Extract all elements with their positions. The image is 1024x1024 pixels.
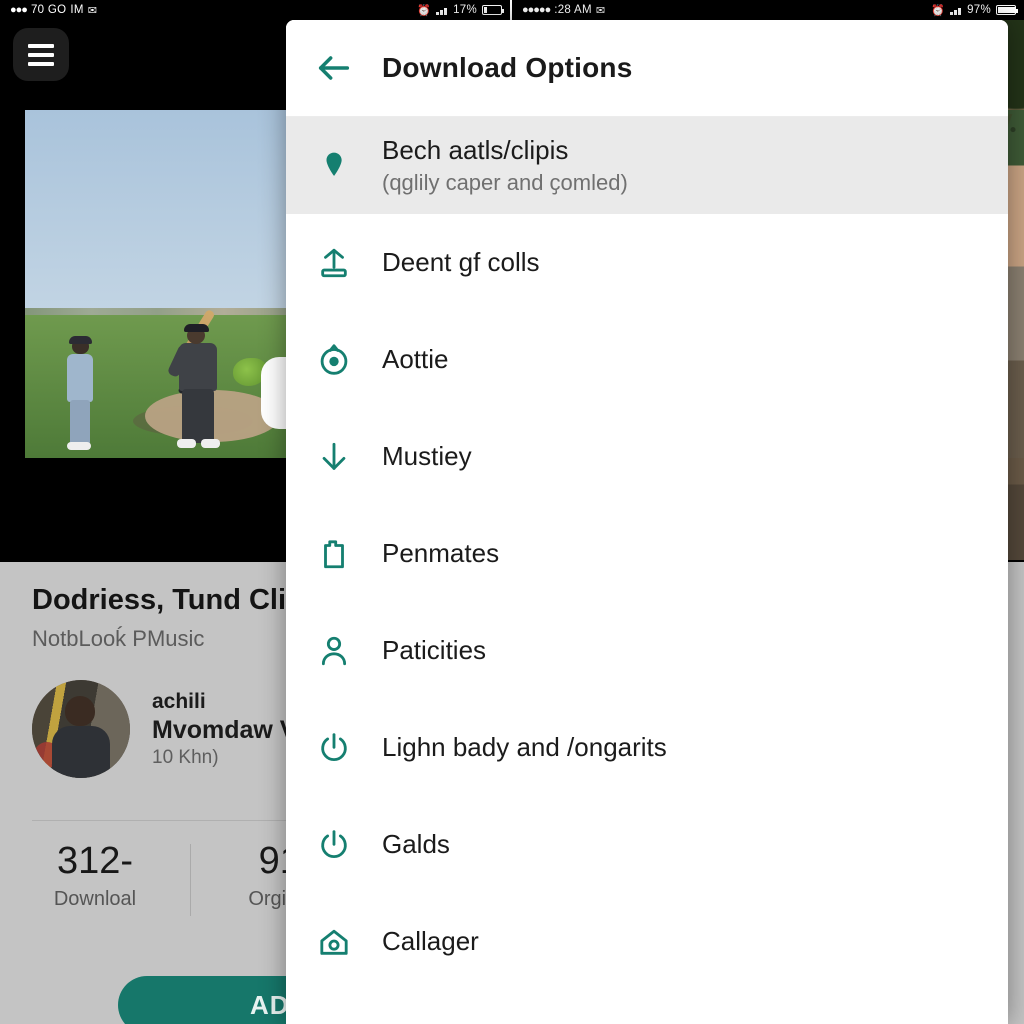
stat-item: 312- Downloal xyxy=(0,840,190,911)
option-row-galds[interactable]: Galds xyxy=(286,796,1008,893)
status-bar-left: ●●● 70 GO IM ✉ ⏰ 17% xyxy=(0,0,512,20)
battery-icon xyxy=(482,5,504,15)
option-labels: Callager xyxy=(382,926,479,957)
option-labels: Galds xyxy=(382,829,450,860)
hamburger-bar xyxy=(28,61,54,66)
channel-text: achili Mvomdaw V 10 Khn) xyxy=(152,690,296,769)
status-left-right-group: ⏰ 17% xyxy=(417,4,504,17)
status-left-group: ●●● 70 GO IM ✉ xyxy=(0,4,97,17)
page-title: Download Options xyxy=(382,52,633,83)
option-labels: Lighn bady and /ongarits xyxy=(382,732,667,763)
option-sublabel: (qglily caper and ҫomled) xyxy=(382,170,628,195)
power-icon xyxy=(286,731,382,765)
signal-dots-icon: ●●●●● xyxy=(522,4,551,16)
alarm-icon: ⏰ xyxy=(931,4,946,17)
status-left-label-2: IM xyxy=(70,4,84,16)
envelope-icon: ✉ xyxy=(87,4,97,17)
home-camera-icon xyxy=(286,925,382,959)
option-row-lighn-bady[interactable]: Lighn bady and /ongarits xyxy=(286,699,1008,796)
hamburger-menu-icon[interactable] xyxy=(13,28,69,81)
option-label: Callager xyxy=(382,926,479,956)
avatar xyxy=(32,680,130,778)
option-row-callager[interactable]: Callager xyxy=(286,893,1008,990)
hamburger-bar xyxy=(28,43,54,48)
download-options-dialog: Download Options Bech aatls/clipis (qgli… xyxy=(286,20,1008,1024)
alarm-icon: ⏰ xyxy=(417,4,432,17)
status-right-right-group: ⏰ 97% xyxy=(931,4,1018,17)
status-time: :28 AM xyxy=(554,4,592,16)
location-pin-icon xyxy=(286,149,382,183)
option-labels: Mustiey xyxy=(382,441,472,472)
option-label: Aottie xyxy=(382,344,449,374)
channel-meta: 10 Khn) xyxy=(152,746,219,768)
option-row-aottie[interactable]: Aottie xyxy=(286,311,1008,408)
battery-icon xyxy=(996,5,1018,15)
upload-icon xyxy=(286,246,382,280)
status-bar: ●●● 70 GO IM ✉ ⏰ 17% ●●●●● :28 AM ✉ ⏰ 97… xyxy=(0,0,1024,20)
battery-percent-right: 97% xyxy=(967,4,991,16)
video-subtitle: NotbLooḱ PMusic xyxy=(32,626,205,651)
stat-label: Downloal xyxy=(53,887,137,910)
option-label: Galds xyxy=(382,829,450,859)
download-arrow-icon xyxy=(286,440,382,474)
envelope-icon: ✉ xyxy=(595,4,606,17)
signal-bars-icon xyxy=(436,5,449,15)
player-left xyxy=(67,336,93,450)
hamburger-bar xyxy=(28,52,54,57)
option-labels: Penmates xyxy=(382,538,499,569)
dialog-header: Download Options xyxy=(286,20,1008,117)
signal-bars-icon xyxy=(950,5,963,15)
option-row-mustiey[interactable]: Mustiey xyxy=(286,408,1008,505)
person-icon xyxy=(286,634,382,668)
sky xyxy=(25,110,290,320)
record-target-icon xyxy=(286,343,382,377)
back-arrow-icon[interactable] xyxy=(286,20,382,117)
status-right-group: ●●●●● :28 AM ✉ xyxy=(512,4,605,17)
channel-name-line-2: Mvomdaw V xyxy=(152,715,297,744)
stat-value: 312- xyxy=(56,840,134,882)
option-label: Deent gf colls xyxy=(382,247,540,277)
option-labels: Paticities xyxy=(382,635,486,666)
clipboard-icon xyxy=(286,537,382,571)
video-title: Dodriess, Tund Clit xyxy=(32,584,296,616)
signal-dots-icon: ●●● xyxy=(10,4,28,16)
option-labels: Aottie xyxy=(382,344,449,375)
option-labels: Deent gf colls xyxy=(382,247,540,278)
battery-percent-left: 17% xyxy=(453,4,477,16)
option-label: Lighn bady and /ongarits xyxy=(382,732,667,762)
download-options-list: Bech aatls/clipis (qglily caper and ҫoml… xyxy=(286,117,1008,990)
status-left-label-1: 70 GO xyxy=(30,4,67,16)
option-row-best-audio-clips[interactable]: Bech aatls/clipis (qglily caper and ҫoml… xyxy=(286,117,1008,214)
option-label: Bech aatls/clipis xyxy=(382,135,569,165)
option-labels: Bech aatls/clipis (qglily caper and ҫoml… xyxy=(382,135,628,196)
power-icon xyxy=(286,828,382,862)
player-right xyxy=(166,323,221,451)
status-bar-right: ●●●●● :28 AM ✉ ⏰ 97% xyxy=(512,0,1024,20)
option-label: Penmates xyxy=(382,538,500,568)
option-row-deent-gf-colls[interactable]: Deent gf colls xyxy=(286,214,1008,311)
channel-row[interactable]: achili Mvomdaw V 10 Khn) xyxy=(32,680,296,778)
option-label: Mustiey xyxy=(382,441,472,471)
option-label: Paticities xyxy=(382,635,487,665)
option-row-penmates[interactable]: Penmates xyxy=(286,505,1008,602)
channel-name-line-1: achili xyxy=(152,689,206,713)
option-row-paticities[interactable]: Paticities xyxy=(286,602,1008,699)
